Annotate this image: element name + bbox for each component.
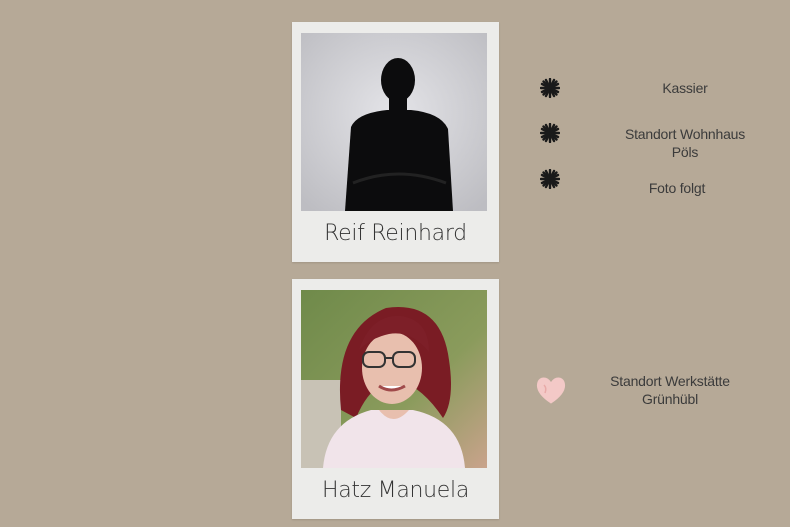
profile-card-hatz-manuela: Hatz Manuela: [292, 279, 499, 519]
location-line2: Pöls: [671, 144, 699, 160]
asterisk-flower-icon: [539, 77, 561, 103]
profile-card-reif-reinhard: Reif Reinhard: [292, 22, 499, 262]
role-text: Kassier: [662, 80, 708, 96]
person-name: Reif Reinhard: [324, 221, 467, 246]
person-name: Hatz Manuela: [321, 478, 470, 503]
location-line1: Standort Werkstätte: [610, 373, 730, 389]
asterisk-flower-icon: [539, 122, 561, 148]
note-text: Foto folgt: [648, 180, 706, 196]
asterisk-flower-icon: [539, 168, 561, 194]
location-text: Standort Werkstätte Grünhübl: [595, 372, 745, 408]
heart-icon: [535, 375, 567, 410]
silhouette-photo: [301, 33, 487, 211]
location-text: Standort Wohnhaus Pöls: [610, 125, 760, 161]
location-line1: Standort Wohnhaus: [624, 126, 746, 142]
location-line2: Grünhübl: [642, 391, 698, 407]
portrait-photo: [301, 290, 487, 468]
